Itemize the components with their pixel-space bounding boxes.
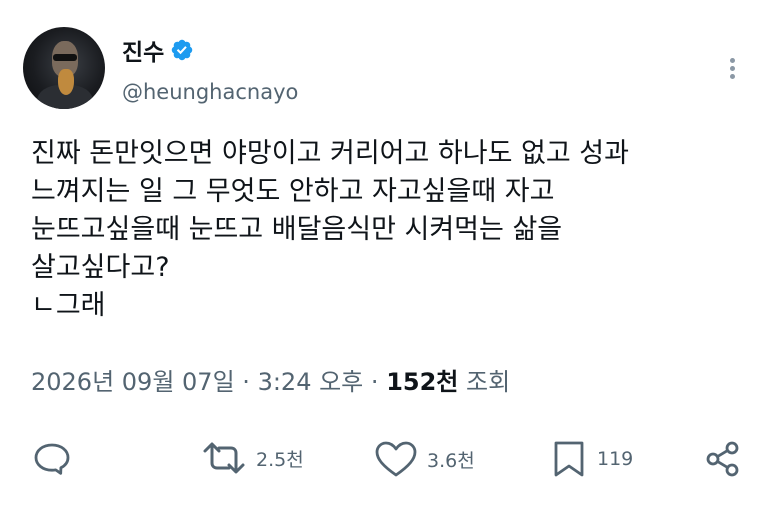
tweet-line: 눈뜨고싶을때 눈뜨고 배달음식만 시켜먹는 삶을 xyxy=(31,214,563,245)
views-count: 152천 xyxy=(386,368,459,396)
retweet-button[interactable]: 2.5천 xyxy=(200,439,304,477)
tweet-time[interactable]: 3:24 오후 xyxy=(258,368,364,396)
bookmark-count: 119 xyxy=(597,448,634,470)
meta-separator: · xyxy=(242,368,250,396)
tweet-line: ㄴ그래 xyxy=(31,290,106,321)
tweet-line: 살고싶다고? xyxy=(31,252,170,283)
bookmark-button[interactable]: 119 xyxy=(549,439,633,479)
tweet-line: 진짜 돈만잇으면 야망이고 커리어고 하나도 없고 성과 xyxy=(31,138,629,169)
retweet-icon xyxy=(203,442,245,474)
share-icon xyxy=(706,441,739,477)
views-label: 조회 xyxy=(466,368,511,396)
retweet-count: 2.5천 xyxy=(256,448,304,471)
like-button[interactable]: 3.6천 xyxy=(373,439,475,479)
tweet-actions: 2.5천 3.6천 119 xyxy=(0,437,773,481)
meta-separator: · xyxy=(370,368,379,396)
avatar[interactable] xyxy=(23,27,105,109)
author-handle[interactable]: @heunghacnayo xyxy=(122,80,298,104)
heart-icon xyxy=(375,441,417,477)
reply-button[interactable] xyxy=(31,440,81,478)
tweet-text: 진짜 돈만잇으면 야망이고 커리어고 하나도 없고 성과 느껴지는 일 그 무엇… xyxy=(31,135,751,325)
tweet-meta: 2026년 09월 07일 · 3:24 오후 · 152천 조회 xyxy=(31,362,510,397)
reply-icon xyxy=(34,443,70,475)
tweet-line: 느껴지는 일 그 무엇도 안하고 자고싶을때 자고 xyxy=(31,176,555,207)
author-name-row: 진수 xyxy=(122,33,194,67)
more-vertical-icon[interactable] xyxy=(722,55,742,85)
verified-badge-icon[interactable] xyxy=(170,38,194,62)
like-count: 3.6천 xyxy=(427,449,475,472)
tweet-date[interactable]: 2026년 09월 07일 xyxy=(31,368,235,396)
bookmark-icon xyxy=(554,441,584,477)
share-button[interactable] xyxy=(703,439,743,479)
author-name[interactable]: 진수 xyxy=(122,33,164,67)
